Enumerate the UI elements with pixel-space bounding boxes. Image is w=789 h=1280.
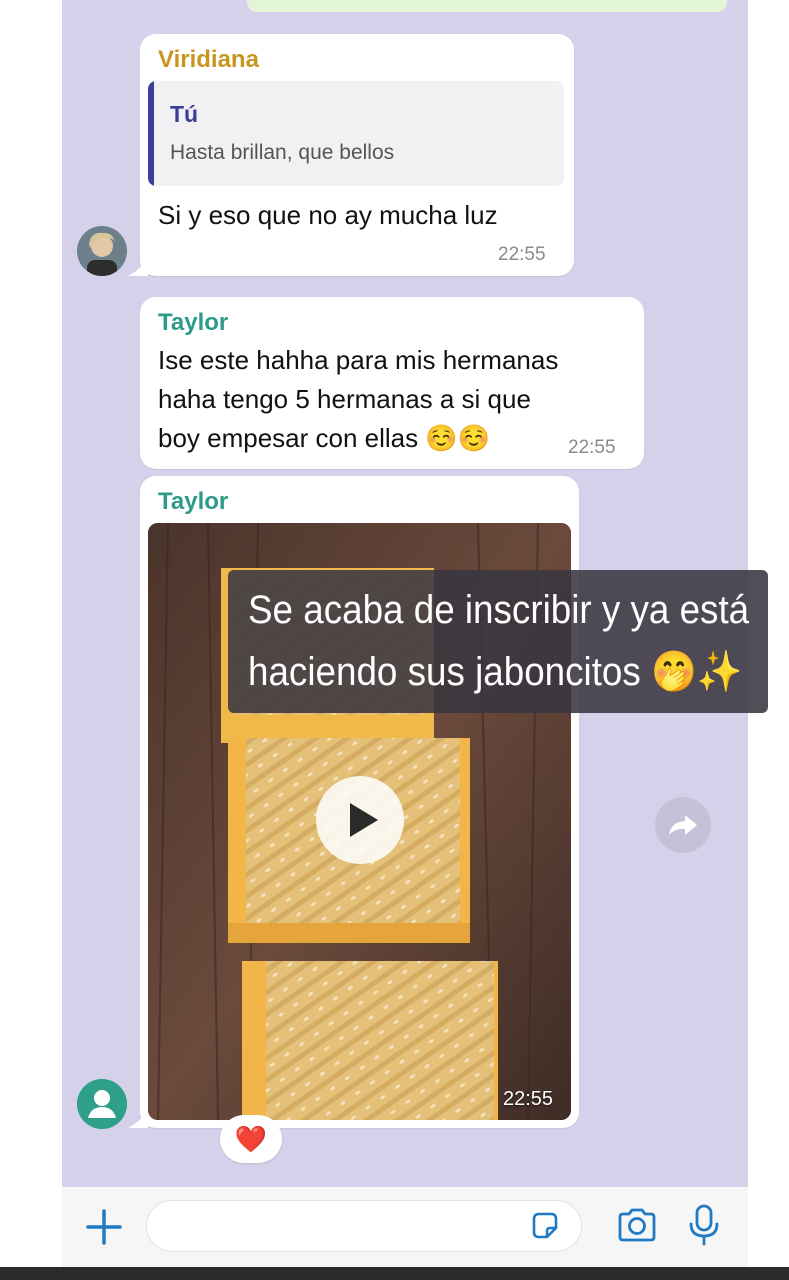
sticker-icon[interactable] — [528, 1209, 562, 1243]
message-bubble-taylor-text[interactable]: Taylor Ise este hahha para mis hermanas … — [140, 297, 644, 469]
sender-name: Viridiana — [158, 46, 259, 73]
message-time: 22:55 — [498, 244, 546, 265]
message-text: Si y eso que no ay mucha luz — [158, 200, 498, 230]
bottom-edge — [0, 1267, 789, 1280]
play-button[interactable] — [316, 776, 404, 864]
message-time: 22:55 — [568, 437, 616, 458]
avatar-taylor[interactable] — [77, 1079, 127, 1129]
quote-author: Tú — [170, 101, 199, 127]
message-input-bar — [62, 1187, 748, 1267]
message-bubble-viridiana[interactable]: Viridiana Tú Hasta brillan, que bellos S… — [140, 34, 574, 276]
quoted-message[interactable]: Tú Hasta brillan, que bellos — [148, 81, 564, 186]
forward-icon — [669, 815, 697, 835]
quote-bar — [148, 81, 154, 186]
message-text-field[interactable] — [146, 1200, 582, 1252]
sender-name: Taylor — [158, 488, 229, 515]
message-text-line-2: haha tengo 5 hermanas a si que — [158, 384, 531, 414]
forward-button[interactable] — [655, 797, 711, 853]
quote-text: Hasta brillan, que bellos — [170, 141, 395, 164]
bubble-tail — [128, 258, 148, 276]
camera-icon[interactable] — [615, 1205, 659, 1245]
message-text-line-1: Ise este hahha para mis hermanas — [158, 345, 559, 375]
story-caption: Se acaba de inscribir y ya está haciendo… — [228, 570, 768, 713]
video-time: 22:55 — [503, 1088, 554, 1110]
caption-line-2: haciendo sus jaboncitos 🤭✨ — [248, 650, 743, 694]
caption-line-1: Se acaba de inscribir y ya está — [248, 588, 750, 632]
left-border — [0, 0, 62, 1280]
message-text-line-3: boy empesar con ellas ☺️☺️ — [158, 423, 491, 453]
avatar-viridiana[interactable] — [77, 226, 127, 276]
plus-icon[interactable] — [84, 1207, 124, 1247]
sender-name: Taylor — [158, 309, 229, 336]
previous-outgoing-message[interactable] — [247, 0, 727, 12]
microphone-icon[interactable] — [686, 1203, 722, 1249]
bubble-tail — [128, 1110, 148, 1128]
reaction-badge[interactable]: ❤️ — [220, 1115, 282, 1163]
play-icon — [350, 803, 378, 837]
